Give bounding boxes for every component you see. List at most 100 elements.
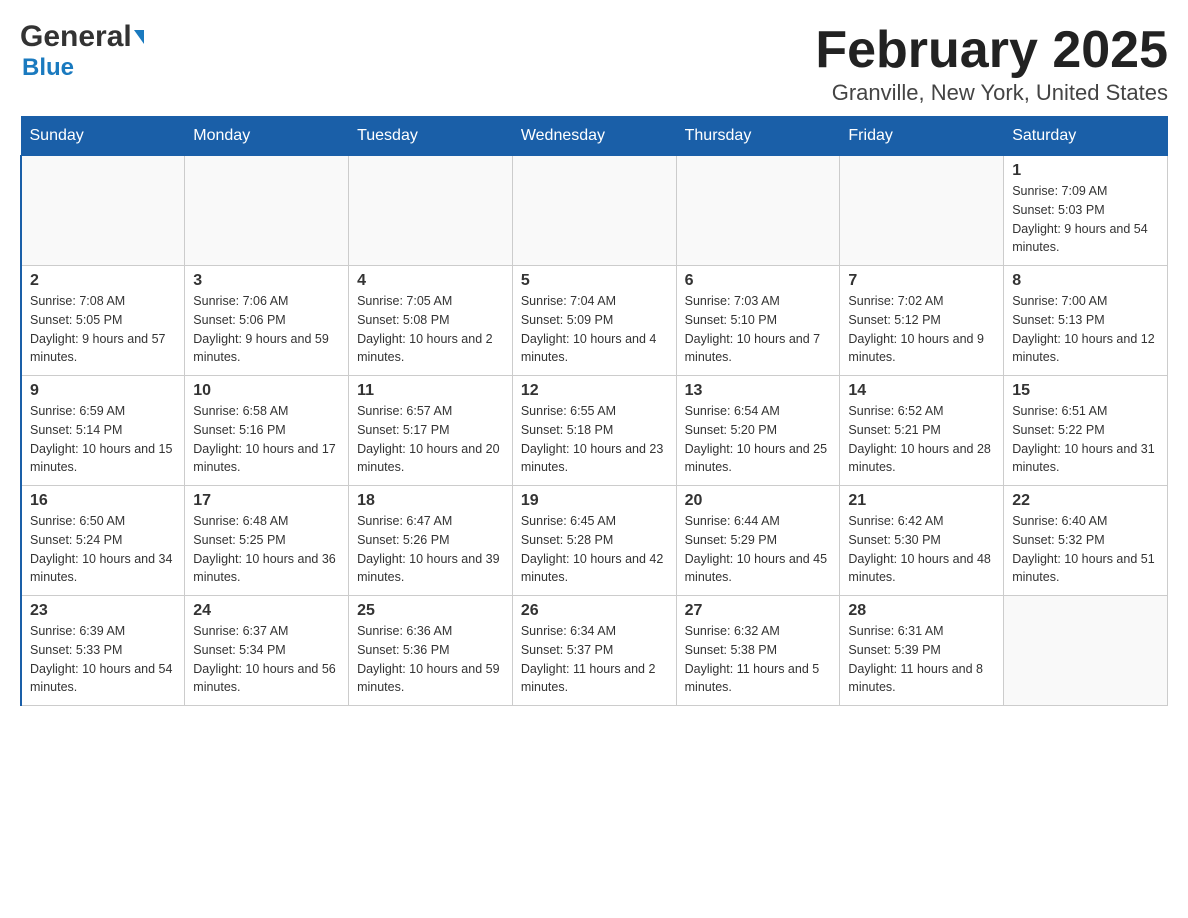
logo-text-general: General xyxy=(20,20,132,54)
day-info: Sunrise: 6:48 AM Sunset: 5:25 PM Dayligh… xyxy=(193,512,340,587)
calendar-cell: 23 Sunrise: 6:39 AM Sunset: 5:33 PM Dayli… xyxy=(21,596,185,706)
column-header-monday: Monday xyxy=(185,117,349,156)
day-number: 27 xyxy=(685,602,832,620)
day-info: Sunrise: 6:54 AM Sunset: 5:20 PM Dayligh… xyxy=(685,402,832,477)
calendar-cell: 26 Sunrise: 6:34 AM Sunset: 5:37 PM Dayli… xyxy=(512,596,676,706)
column-header-sunday: Sunday xyxy=(21,117,185,156)
calendar-table: SundayMondayTuesdayWednesdayThursdayFrid… xyxy=(20,116,1168,706)
day-info: Sunrise: 7:09 AM Sunset: 5:03 PM Dayligh… xyxy=(1012,182,1159,257)
calendar-subtitle: Granville, New York, United States xyxy=(815,80,1168,106)
day-info: Sunrise: 6:34 AM Sunset: 5:37 PM Dayligh… xyxy=(521,622,668,697)
day-number: 1 xyxy=(1012,162,1159,180)
calendar-cell: 17Sunrise: 6:48 AM Sunset: 5:25 PM Dayli… xyxy=(185,486,349,596)
calendar-cell: 13 Sunrise: 6:54 AM Sunset: 5:20 PM Dayli… xyxy=(676,376,840,486)
day-number: 28 xyxy=(848,602,995,620)
day-number: 19 xyxy=(521,492,668,510)
day-info: Sunrise: 7:08 AM Sunset: 5:05 PM Dayligh… xyxy=(30,292,176,367)
calendar-cell xyxy=(349,156,513,266)
day-info: Sunrise: 6:51 AM Sunset: 5:22 PM Dayligh… xyxy=(1012,402,1159,477)
day-number: 4 xyxy=(357,272,504,290)
day-info: Sunrise: 6:45 AM Sunset: 5:28 PM Dayligh… xyxy=(521,512,668,587)
calendar-cell xyxy=(676,156,840,266)
day-number: 3 xyxy=(193,272,340,290)
day-number: 2 xyxy=(30,272,176,290)
calendar-cell: 16Sunrise: 6:50 AM Sunset: 5:24 PM Dayli… xyxy=(21,486,185,596)
day-number: 5 xyxy=(521,272,668,290)
day-number: 8 xyxy=(1012,272,1159,290)
day-number: 10 xyxy=(193,382,340,400)
day-info: Sunrise: 6:36 AM Sunset: 5:36 PM Dayligh… xyxy=(357,622,504,697)
calendar-cell: 18 Sunrise: 6:47 AM Sunset: 5:26 PM Dayli… xyxy=(349,486,513,596)
day-info: Sunrise: 6:57 AM Sunset: 5:17 PM Dayligh… xyxy=(357,402,504,477)
day-number: 12 xyxy=(521,382,668,400)
calendar-cell xyxy=(512,156,676,266)
day-number: 14 xyxy=(848,382,995,400)
calendar-cell: 4 Sunrise: 7:05 AM Sunset: 5:08 PM Daylig… xyxy=(349,266,513,376)
column-header-thursday: Thursday xyxy=(676,117,840,156)
calendar-cell: 1 Sunrise: 7:09 AM Sunset: 5:03 PM Daylig… xyxy=(1004,156,1168,266)
day-info: Sunrise: 6:52 AM Sunset: 5:21 PM Dayligh… xyxy=(848,402,995,477)
day-info: Sunrise: 7:04 AM Sunset: 5:09 PM Dayligh… xyxy=(521,292,668,367)
day-number: 6 xyxy=(685,272,832,290)
day-number: 9 xyxy=(30,382,176,400)
column-header-wednesday: Wednesday xyxy=(512,117,676,156)
calendar-cell: 12 Sunrise: 6:55 AM Sunset: 5:18 PM Dayli… xyxy=(512,376,676,486)
calendar-cell xyxy=(21,156,185,266)
calendar-cell: 27 Sunrise: 6:32 AM Sunset: 5:38 PM Dayli… xyxy=(676,596,840,706)
day-number: 15 xyxy=(1012,382,1159,400)
day-number: 7 xyxy=(848,272,995,290)
column-header-tuesday: Tuesday xyxy=(349,117,513,156)
day-number: 13 xyxy=(685,382,832,400)
day-info: Sunrise: 6:50 AM Sunset: 5:24 PM Dayligh… xyxy=(30,512,176,587)
calendar-cell: 11 Sunrise: 6:57 AM Sunset: 5:17 PM Dayli… xyxy=(349,376,513,486)
column-header-saturday: Saturday xyxy=(1004,117,1168,156)
day-number: 11 xyxy=(357,382,504,400)
day-info: Sunrise: 6:55 AM Sunset: 5:18 PM Dayligh… xyxy=(521,402,668,477)
calendar-cell: 24 Sunrise: 6:37 AM Sunset: 5:34 PM Dayli… xyxy=(185,596,349,706)
calendar-cell: 19 Sunrise: 6:45 AM Sunset: 5:28 PM Dayli… xyxy=(512,486,676,596)
calendar-header-row: SundayMondayTuesdayWednesdayThursdayFrid… xyxy=(21,117,1168,156)
title-block: February 2025 Granville, New York, Unite… xyxy=(815,20,1168,106)
day-info: Sunrise: 6:58 AM Sunset: 5:16 PM Dayligh… xyxy=(193,402,340,477)
calendar-cell: 28 Sunrise: 6:31 AM Sunset: 5:39 PM Dayli… xyxy=(840,596,1004,706)
day-info: Sunrise: 6:31 AM Sunset: 5:39 PM Dayligh… xyxy=(848,622,995,697)
calendar-cell: 9Sunrise: 6:59 AM Sunset: 5:14 PM Daylig… xyxy=(21,376,185,486)
day-info: Sunrise: 7:02 AM Sunset: 5:12 PM Dayligh… xyxy=(848,292,995,367)
day-info: Sunrise: 6:39 AM Sunset: 5:33 PM Dayligh… xyxy=(30,622,176,697)
day-info: Sunrise: 7:05 AM Sunset: 5:08 PM Dayligh… xyxy=(357,292,504,367)
logo-text-blue: Blue xyxy=(22,54,74,82)
day-info: Sunrise: 7:06 AM Sunset: 5:06 PM Dayligh… xyxy=(193,292,340,367)
day-number: 23 xyxy=(30,602,176,620)
day-number: 26 xyxy=(521,602,668,620)
day-number: 22 xyxy=(1012,492,1159,510)
page-header: General Blue February 2025 Granville, Ne… xyxy=(20,20,1168,106)
day-number: 20 xyxy=(685,492,832,510)
logo-arrow-icon xyxy=(134,30,144,44)
calendar-cell xyxy=(185,156,349,266)
calendar-week-row: 2 Sunrise: 7:08 AM Sunset: 5:05 PM Daylig… xyxy=(21,266,1168,376)
day-info: Sunrise: 7:03 AM Sunset: 5:10 PM Dayligh… xyxy=(685,292,832,367)
calendar-cell: 25Sunrise: 6:36 AM Sunset: 5:36 PM Dayli… xyxy=(349,596,513,706)
day-number: 24 xyxy=(193,602,340,620)
calendar-week-row: 9Sunrise: 6:59 AM Sunset: 5:14 PM Daylig… xyxy=(21,376,1168,486)
logo: General Blue xyxy=(20,20,144,82)
calendar-cell xyxy=(840,156,1004,266)
calendar-cell: 15 Sunrise: 6:51 AM Sunset: 5:22 PM Dayli… xyxy=(1004,376,1168,486)
calendar-week-row: 16Sunrise: 6:50 AM Sunset: 5:24 PM Dayli… xyxy=(21,486,1168,596)
calendar-week-row: 23 Sunrise: 6:39 AM Sunset: 5:33 PM Dayli… xyxy=(21,596,1168,706)
calendar-cell: 10 Sunrise: 6:58 AM Sunset: 5:16 PM Dayli… xyxy=(185,376,349,486)
calendar-cell: 7 Sunrise: 7:02 AM Sunset: 5:12 PM Daylig… xyxy=(840,266,1004,376)
calendar-cell: 22Sunrise: 6:40 AM Sunset: 5:32 PM Dayli… xyxy=(1004,486,1168,596)
column-header-friday: Friday xyxy=(840,117,1004,156)
calendar-cell: 6 Sunrise: 7:03 AM Sunset: 5:10 PM Daylig… xyxy=(676,266,840,376)
day-info: Sunrise: 7:00 AM Sunset: 5:13 PM Dayligh… xyxy=(1012,292,1159,367)
day-info: Sunrise: 6:32 AM Sunset: 5:38 PM Dayligh… xyxy=(685,622,832,697)
calendar-cell xyxy=(1004,596,1168,706)
calendar-cell: 3 Sunrise: 7:06 AM Sunset: 5:06 PM Daylig… xyxy=(185,266,349,376)
day-info: Sunrise: 6:37 AM Sunset: 5:34 PM Dayligh… xyxy=(193,622,340,697)
day-info: Sunrise: 6:47 AM Sunset: 5:26 PM Dayligh… xyxy=(357,512,504,587)
calendar-cell: 8 Sunrise: 7:00 AM Sunset: 5:13 PM Daylig… xyxy=(1004,266,1168,376)
day-number: 18 xyxy=(357,492,504,510)
calendar-cell: 5 Sunrise: 7:04 AM Sunset: 5:09 PM Daylig… xyxy=(512,266,676,376)
day-number: 21 xyxy=(848,492,995,510)
